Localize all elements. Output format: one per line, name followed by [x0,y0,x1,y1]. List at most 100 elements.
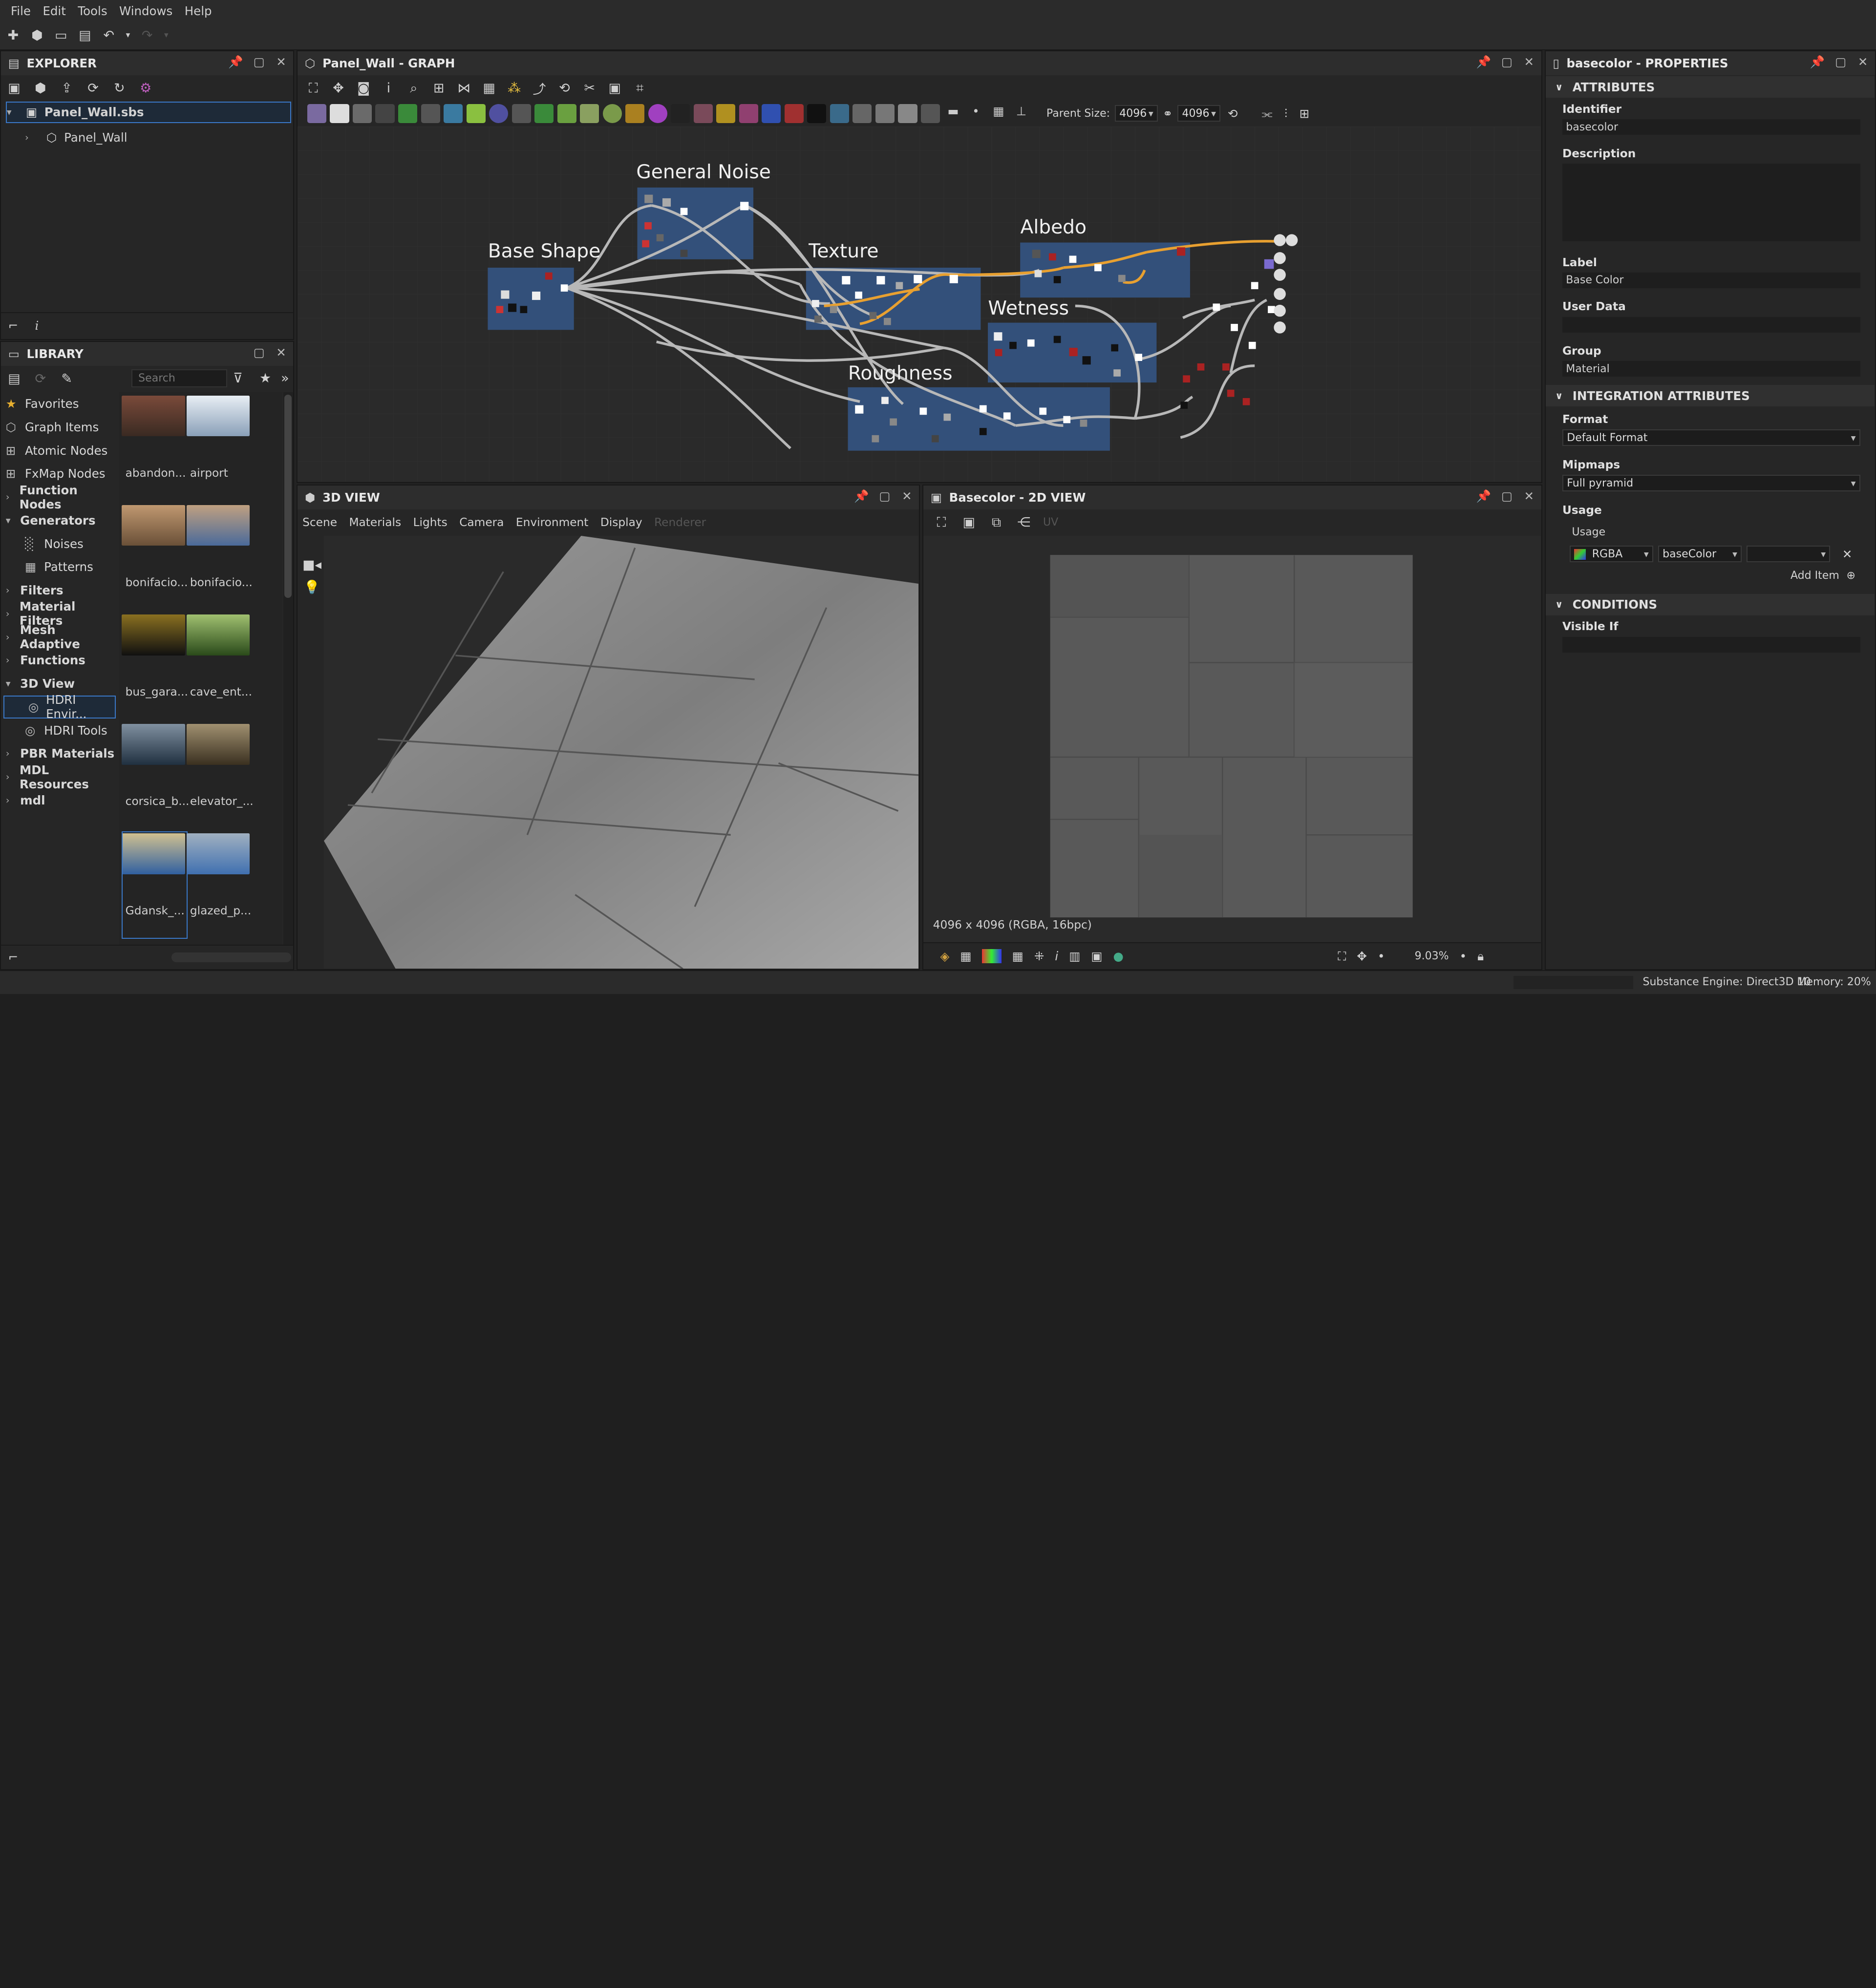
hdri-thumbnail-label[interactable]: bonifacio... [190,576,253,589]
integration-section-header[interactable]: ∨ INTEGRATION ATTRIBUTES [1545,385,1875,407]
pin-icon[interactable]: 📌 [854,489,869,503]
new-graph-icon[interactable]: ⬢ [29,27,45,43]
pin-icon[interactable]: 📌 [1810,55,1825,69]
curve-icon[interactable] [398,104,418,123]
mipmaps-select[interactable]: Full pyramid [1562,475,1860,492]
dots-icon[interactable] [671,104,690,123]
uniform-color-icon[interactable] [330,104,349,123]
close-icon[interactable]: ✕ [276,345,286,360]
library-scrollbar[interactable] [283,392,293,945]
library-category[interactable]: ◎ HDRI Tools [1,719,118,742]
light-icon[interactable]: 💡 [304,579,324,595]
input-icon[interactable] [853,104,872,123]
pixel-info-icon[interactable]: ⁜ [1034,949,1045,963]
userdata-field[interactable] [1562,317,1860,333]
histogram-icon[interactable]: ▥ [1069,949,1080,963]
menu-windows[interactable]: Windows [113,4,179,18]
camera-icon[interactable]: ■◂ [302,557,324,572]
levels-icon[interactable] [466,104,486,123]
hdri-thumbnail[interactable] [186,505,250,546]
grid-node-icon[interactable] [512,104,531,123]
visible-if-field[interactable] [1562,636,1860,653]
library-category[interactable]: ⊞ FxMap Nodes [1,462,118,486]
hdri-thumbnail[interactable] [122,724,186,765]
menu-camera[interactable]: Camera [459,516,504,529]
library-category[interactable]: ▾ Generators [1,509,118,532]
filter-icon[interactable]: ⚙ [137,80,154,97]
edit-icon[interactable]: ✎ [59,371,75,387]
camera-icon[interactable]: ◙ [355,80,372,97]
graph-option-c-icon[interactable]: ⊞ [1300,106,1310,121]
open-icon[interactable]: ▭ [53,27,69,43]
hdri-thumbnail-label[interactable]: corsica_b... [126,795,190,808]
undo-dropdown-icon[interactable]: ▾ [125,27,132,43]
zoom-dot-icon[interactable]: • [1378,949,1385,963]
output-icon[interactable] [875,104,895,123]
emboss-icon[interactable] [557,104,576,123]
transform-icon[interactable] [375,104,395,123]
tree-item-graph[interactable]: › ⬡ Panel_Wall [25,127,293,148]
save-all-icon[interactable]: ▤ [77,27,93,43]
usage-channel-select[interactable]: RGBA [1569,546,1654,563]
export-icon[interactable]: ⇪ [59,80,75,97]
conditions-section-header[interactable]: ∨ CONDITIONS [1545,593,1875,615]
hsl-icon[interactable] [489,104,509,123]
graph-option-a-icon[interactable]: ⫘ [1261,106,1272,121]
scrollbar-thumb[interactable] [284,394,292,598]
dot-node-icon[interactable]: • [966,104,985,123]
filter-icon[interactable]: ⊽ [233,371,243,386]
fill-icon[interactable] [784,104,804,123]
undo-icon[interactable]: ↶ [101,27,117,43]
expand-icon[interactable]: » [281,371,289,386]
close-icon[interactable]: ✕ [1524,55,1535,69]
frame-icon[interactable]: ▣ [606,80,623,97]
library-search-input[interactable]: Search [131,369,227,387]
layers-icon[interactable]: ◈ [940,949,949,963]
share-icon[interactable]: ⋲ [1016,514,1032,531]
hdri-thumbnail[interactable] [122,614,186,656]
checker-icon[interactable]: ▦ [960,949,971,963]
remove-usage-icon[interactable]: ✕ [1842,547,1853,561]
library-category[interactable]: ▾ 3D View [1,672,118,696]
chevron-right-icon[interactable]: › [6,795,20,806]
maximize-icon[interactable]: ▢ [254,345,265,360]
refresh-icon[interactable]: ⟳ [85,80,101,97]
library-category[interactable]: › MDL Resources [1,763,118,791]
maximize-icon[interactable]: ▢ [1501,55,1513,69]
view3d-viewport[interactable] [324,535,919,969]
menu-tools[interactable]: Tools [72,4,113,18]
comment-icon[interactable]: ▬ [943,104,962,123]
graph-canvas[interactable]: Base Shape General Noise Texture Albedo … [298,127,1541,482]
library-category[interactable]: › Functions [1,649,118,672]
library-category[interactable]: › Material Filters [1,599,118,628]
hierarchy-icon[interactable]: ⌐ [8,950,19,964]
move-icon[interactable]: ✥ [330,80,346,97]
link-ratio-icon[interactable]: ⚭ [1163,106,1173,121]
menu-file[interactable]: File [5,4,37,18]
parent-width-select[interactable]: 4096 [1114,105,1158,122]
normal-icon[interactable] [534,104,554,123]
uv-select[interactable]: UV [1043,516,1058,529]
close-icon[interactable]: ✕ [1524,489,1535,503]
zoom-dot-icon[interactable]: • [1460,949,1467,963]
save-icon[interactable]: ▣ [960,514,977,531]
chevron-right-icon[interactable]: › [6,632,20,643]
warp-icon[interactable] [580,104,599,123]
parent-height-select[interactable]: 4096 [1177,105,1221,122]
thumbnail-size-slider[interactable] [171,952,291,962]
chevron-right-icon[interactable]: › [6,771,20,783]
chevron-right-icon[interactable]: › [6,748,20,759]
redo-dropdown-icon[interactable]: ▾ [163,27,170,43]
triangle-icon[interactable] [716,104,736,123]
share-icon[interactable]: ⋈ [456,80,472,97]
hdri-thumbnail[interactable] [186,833,250,874]
frame-node-icon[interactable]: ▦ [989,104,1008,123]
hdri-thumbnail[interactable] [186,724,250,765]
svg-icon[interactable] [807,104,827,123]
menu-display[interactable]: Display [600,516,642,529]
value-processor-icon[interactable] [920,104,940,123]
hdri-thumbnail-label[interactable]: abandon... [126,466,186,480]
hdri-thumbnail-label[interactable]: elevator_... [190,795,254,808]
library-category[interactable]: ⊞ Atomic Nodes [1,439,118,462]
info-icon[interactable]: i [1055,949,1058,963]
